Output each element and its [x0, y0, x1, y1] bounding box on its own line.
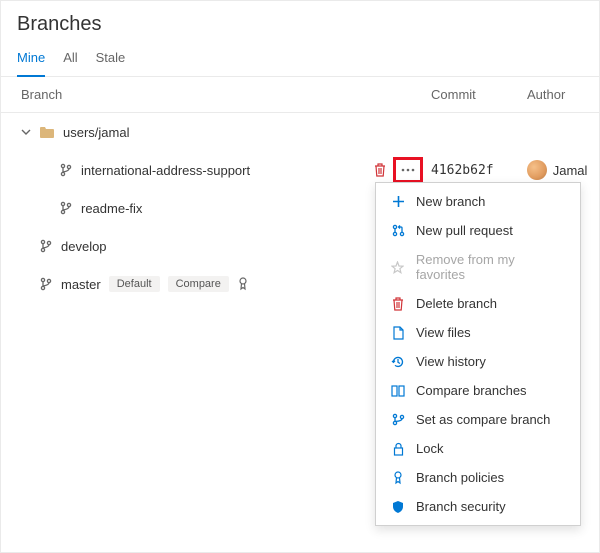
menu-delete-branch[interactable]: Delete branch [376, 289, 580, 318]
author-name: Jamal [553, 163, 587, 178]
branch-name: develop [61, 239, 107, 254]
branch-context-menu: New branch New pull request Remove from … [375, 182, 581, 526]
branch-icon [59, 163, 73, 177]
menu-remove-favorite: Remove from my favorites [376, 245, 580, 289]
policy-badge-icon [237, 277, 249, 291]
menu-label: Lock [416, 441, 443, 456]
lock-icon [390, 442, 406, 456]
policy-badge-icon [390, 471, 406, 485]
folder-row[interactable]: users/jamal [1, 113, 599, 151]
menu-label: Branch security [416, 499, 506, 514]
history-icon [390, 355, 406, 369]
header-branch: Branch [21, 87, 431, 102]
menu-label: Branch policies [416, 470, 504, 485]
menu-label: Delete branch [416, 296, 497, 311]
more-actions-icon[interactable] [395, 159, 421, 181]
menu-label: New branch [416, 194, 485, 209]
tab-stale[interactable]: Stale [96, 42, 126, 76]
branch-name: readme-fix [81, 201, 142, 216]
branch-icon [39, 277, 53, 291]
avatar [527, 160, 547, 180]
pull-request-icon [390, 224, 406, 237]
chevron-down-icon [21, 127, 31, 137]
shield-icon [390, 500, 406, 514]
page-title: Branches [1, 1, 599, 42]
branch-icon [39, 239, 53, 253]
branch-icon [390, 413, 406, 426]
tab-all[interactable]: All [63, 42, 77, 76]
column-headers: Branch Commit Author [1, 77, 599, 113]
menu-label: View files [416, 325, 471, 340]
menu-label: Compare branches [416, 383, 527, 398]
tab-mine[interactable]: Mine [17, 42, 45, 77]
menu-branch-security[interactable]: Branch security [376, 492, 580, 521]
menu-view-history[interactable]: View history [376, 347, 580, 376]
menu-new-pr[interactable]: New pull request [376, 216, 580, 245]
header-commit: Commit [431, 87, 527, 102]
menu-new-branch[interactable]: New branch [376, 187, 580, 216]
menu-label: New pull request [416, 223, 513, 238]
menu-lock[interactable]: Lock [376, 434, 580, 463]
file-icon [390, 326, 406, 340]
branch-name: master [61, 277, 101, 292]
header-author: Author [527, 87, 587, 102]
menu-label: Set as compare branch [416, 412, 550, 427]
plus-icon [390, 195, 406, 208]
menu-compare-branches[interactable]: Compare branches [376, 376, 580, 405]
trash-icon [390, 297, 406, 311]
branch-icon [59, 201, 73, 215]
menu-label: View history [416, 354, 486, 369]
commit-hash[interactable]: 4162b62f [431, 163, 527, 178]
trash-icon[interactable] [373, 163, 387, 177]
menu-set-compare[interactable]: Set as compare branch [376, 405, 580, 434]
star-outline-icon [390, 261, 406, 274]
compare-tag: Compare [168, 276, 229, 292]
default-tag: Default [109, 276, 160, 292]
folder-name: users/jamal [63, 125, 129, 140]
branch-name: international-address-support [81, 163, 250, 178]
compare-icon [390, 385, 406, 397]
menu-view-files[interactable]: View files [376, 318, 580, 347]
menu-branch-policies[interactable]: Branch policies [376, 463, 580, 492]
folder-icon [39, 125, 55, 139]
tabs: Mine All Stale [1, 42, 599, 77]
menu-label: Remove from my favorites [416, 252, 566, 282]
